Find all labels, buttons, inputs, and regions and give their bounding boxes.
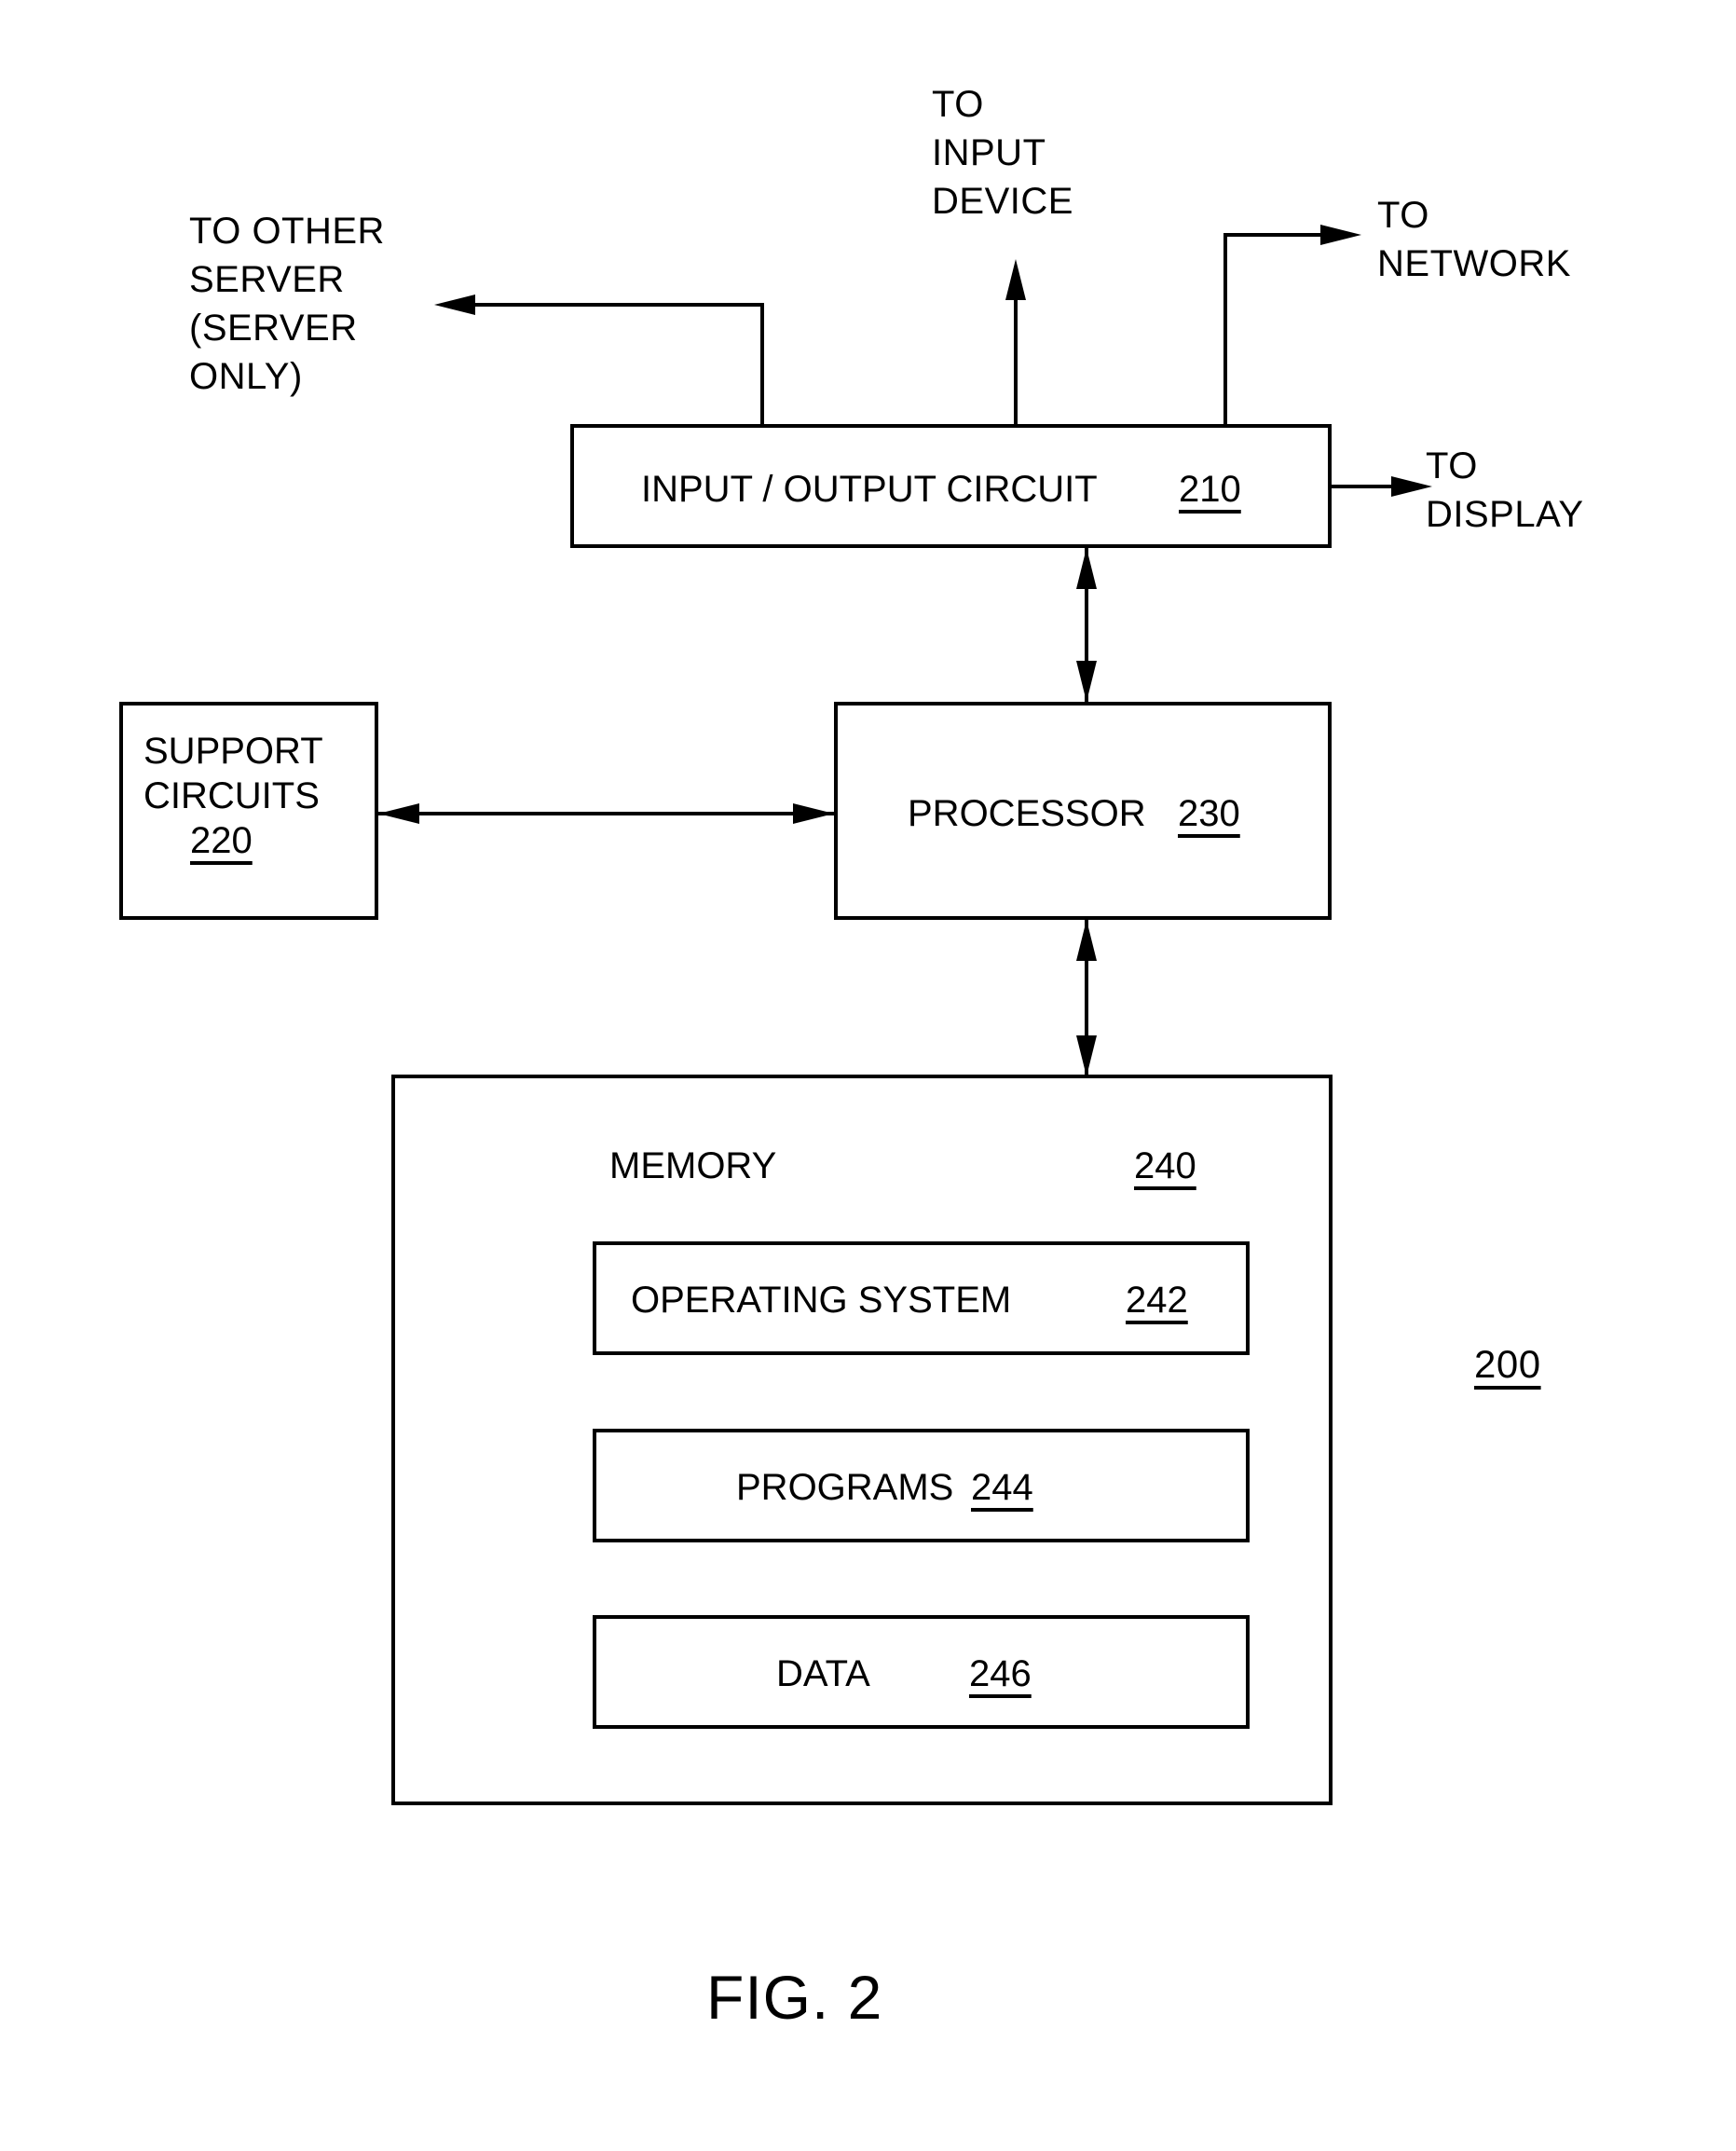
figure-caption: FIG. 2 [706,1963,883,2032]
block-processor-reference: 230 [1178,793,1240,834]
block-memory-label: MEMORY [609,1145,777,1186]
block-data-label: DATA [776,1653,870,1694]
block-programs: PROGRAMS 244 [593,1429,1250,1542]
connector-segment-horizontal [378,812,834,815]
block-support-label-line1: SUPPORT [144,731,323,772]
block-memory-reference: 240 [1134,1145,1196,1186]
block-processor-label: PROCESSOR [908,793,1146,834]
block-support-label-line2: CIRCUITS [144,775,320,816]
connector-segment-horizontal [1330,485,1393,488]
block-support-circuits: SUPPORT CIRCUITS 220 [119,702,378,920]
label-to-display: TO DISPLAY [1426,445,1584,535]
block-programs-reference: 244 [971,1467,1033,1508]
block-operating-system: OPERATING SYSTEM 242 [593,1241,1250,1355]
block-memory: MEMORY 240 OPERATING SYSTEM 242 PROGRAMS… [391,1075,1333,1805]
arrowhead-up-icon [1005,259,1026,300]
connector-segment-vertical [1223,233,1227,426]
connector-segment-vertical [760,303,764,426]
block-support-reference: 220 [190,820,253,861]
block-operating-system-reference: 242 [1126,1280,1188,1321]
arrowhead-left-icon [378,803,419,824]
block-data: DATA 246 [593,1615,1250,1729]
arrowhead-down-icon [1076,1035,1097,1076]
block-io-reference: 210 [1179,469,1241,510]
block-operating-system-label: OPERATING SYSTEM [631,1280,1012,1321]
arrowhead-up-icon [1076,548,1097,589]
block-programs-label: PROGRAMS [736,1467,954,1508]
block-data-reference: 246 [969,1653,1032,1694]
block-input-output-circuit: INPUT / OUTPUT CIRCUIT 210 [570,424,1332,548]
block-processor: PROCESSOR 230 [834,702,1332,920]
label-to-input-device: TO INPUT DEVICE [932,84,1073,222]
arrowhead-right-icon [1391,476,1432,497]
connector-segment-horizontal [1223,233,1322,237]
connector-segment-vertical [1014,298,1018,426]
arrowhead-right-icon [793,803,834,824]
arrowhead-right-icon [1320,225,1361,245]
arrowhead-left-icon [434,295,475,315]
arrowhead-down-icon [1076,661,1097,702]
label-to-network: TO NETWORK [1377,195,1571,284]
patent-figure-page: TO INPUT DEVICE TO OTHER SERVER (SERVER … [0,0,1736,2151]
arrowhead-up-icon [1076,920,1097,961]
system-reference-numeral: 200 [1474,1342,1541,1386]
label-to-other-server: TO OTHER SERVER (SERVER ONLY) [189,211,385,397]
connector-segment-horizontal [473,303,762,307]
block-io-label: INPUT / OUTPUT CIRCUIT [641,469,1098,510]
